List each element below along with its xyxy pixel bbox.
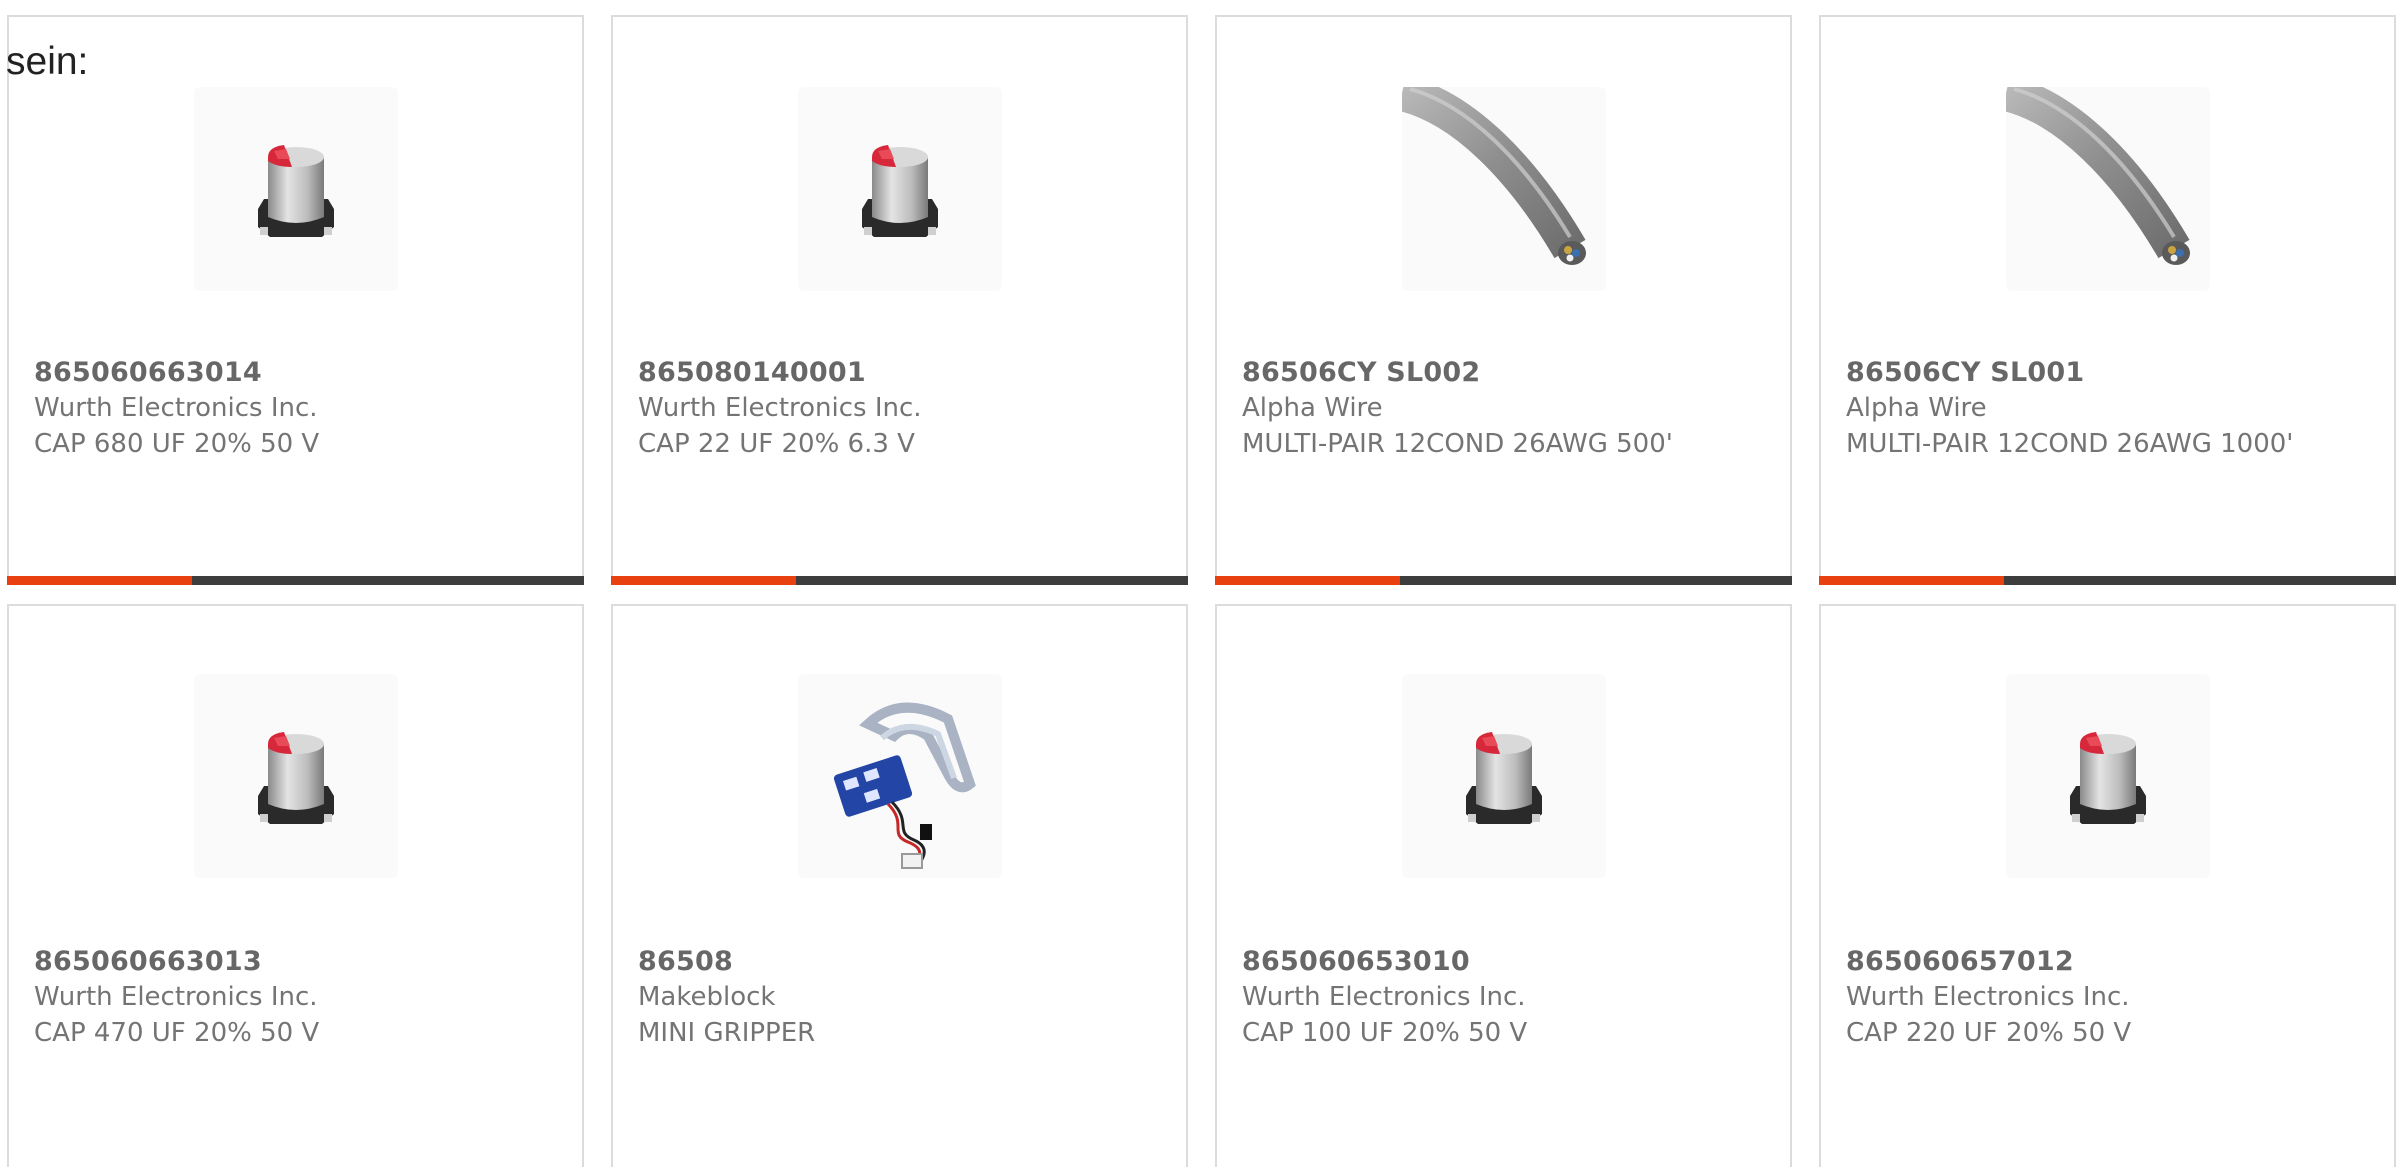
card-progress-bar (7, 576, 584, 585)
manufacturer: Wurth Electronics Inc. (1242, 982, 1526, 1012)
card-progress-bar (1215, 576, 1792, 585)
part-number[interactable]: 86506CY SL001 (1846, 357, 2084, 388)
card-progress-fill (1819, 576, 2004, 585)
capacitor-image[interactable] (193, 674, 398, 878)
card-progress-fill (1215, 576, 1400, 585)
product-card[interactable]: 865060663014 Wurth Electronics Inc. CAP … (7, 15, 584, 585)
product-card[interactable]: 865060663013 Wurth Electronics Inc. CAP … (7, 604, 584, 1167)
card-progress-fill (611, 576, 796, 585)
product-card[interactable]: 865060657012 Wurth Electronics Inc. CAP … (1819, 604, 2396, 1167)
product-grid-page: sein: 865060663014 Wurth Electronics Inc… (0, 0, 2400, 1167)
manufacturer: Wurth Electronics Inc. (34, 982, 318, 1012)
cable-image[interactable] (1401, 87, 1606, 291)
intro-text: sein: (6, 40, 89, 83)
card-progress-fill (7, 576, 192, 585)
description: CAP 220 UF 20% 50 V (1846, 1018, 2132, 1048)
manufacturer: Wurth Electronics Inc. (34, 393, 318, 423)
part-number[interactable]: 865060663014 (34, 357, 262, 388)
gripper-image[interactable] (797, 674, 1002, 878)
product-card[interactable]: 865080140001 Wurth Electronics Inc. CAP … (611, 15, 1188, 585)
part-number[interactable]: 86506CY SL002 (1242, 357, 1480, 388)
description: CAP 22 UF 20% 6.3 V (638, 429, 915, 459)
description: MINI GRIPPER (638, 1018, 816, 1048)
capacitor-image[interactable] (797, 87, 1002, 291)
part-number[interactable]: 865060663013 (34, 946, 262, 977)
description: MULTI-PAIR 12COND 26AWG 500' (1242, 429, 1673, 459)
card-progress-bar (1819, 576, 2396, 585)
card-progress-bar (611, 576, 1188, 585)
description: CAP 100 UF 20% 50 V (1242, 1018, 1528, 1048)
capacitor-image[interactable] (2005, 674, 2210, 878)
description: MULTI-PAIR 12COND 26AWG 1000' (1846, 429, 2294, 459)
part-number[interactable]: 86508 (638, 946, 733, 977)
product-card[interactable]: 86506CY SL002 Alpha Wire MULTI-PAIR 12CO… (1215, 15, 1792, 585)
capacitor-image[interactable] (1401, 674, 1606, 878)
manufacturer: Wurth Electronics Inc. (1846, 982, 2130, 1012)
product-card[interactable]: 86506CY SL001 Alpha Wire MULTI-PAIR 12CO… (1819, 15, 2396, 585)
capacitor-image[interactable] (193, 87, 398, 291)
manufacturer: Wurth Electronics Inc. (638, 393, 922, 423)
manufacturer: Makeblock (638, 982, 776, 1012)
cable-image[interactable] (2005, 87, 2210, 291)
description: CAP 680 UF 20% 50 V (34, 429, 320, 459)
manufacturer: Alpha Wire (1242, 393, 1383, 423)
part-number[interactable]: 865080140001 (638, 357, 866, 388)
part-number[interactable]: 865060653010 (1242, 946, 1470, 977)
product-card[interactable]: 865060653010 Wurth Electronics Inc. CAP … (1215, 604, 1792, 1167)
manufacturer: Alpha Wire (1846, 393, 1987, 423)
description: CAP 470 UF 20% 50 V (34, 1018, 320, 1048)
part-number[interactable]: 865060657012 (1846, 946, 2074, 977)
product-card[interactable]: 86508 Makeblock MINI GRIPPER (611, 604, 1188, 1167)
